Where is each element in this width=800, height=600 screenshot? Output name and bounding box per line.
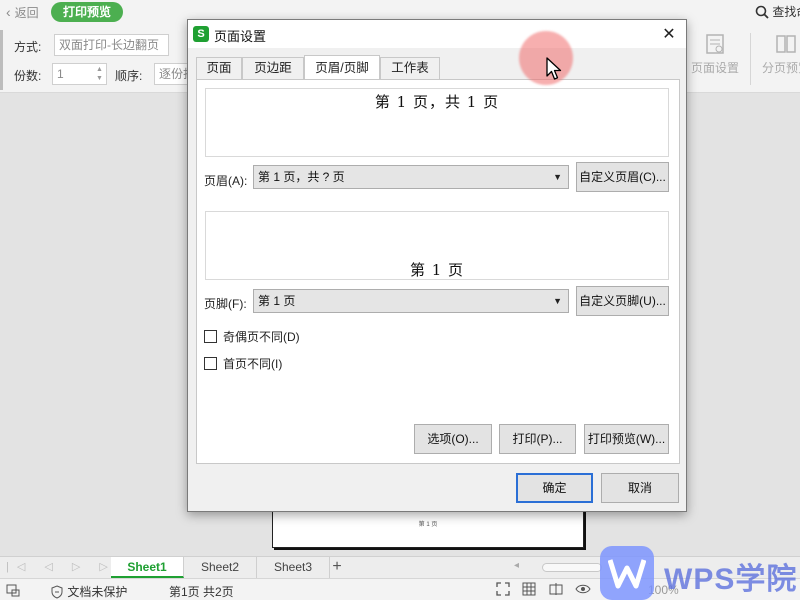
wps-academy-watermark: WPS学院 bbox=[600, 546, 800, 600]
copies-value: 1 bbox=[57, 67, 64, 81]
ok-button[interactable]: 确定 bbox=[516, 473, 593, 503]
tab-header-footer[interactable]: 页眉/页脚 bbox=[304, 55, 380, 79]
options-button[interactable]: 选项(O)... bbox=[414, 424, 492, 454]
mouse-cursor-icon bbox=[546, 57, 562, 80]
cancel-button[interactable]: 取消 bbox=[601, 473, 679, 503]
odd-even-checkbox[interactable]: 奇偶页不同(D) bbox=[204, 328, 300, 345]
page-break-label: 分页预览 bbox=[761, 61, 800, 75]
wps-spreadsheet-logo-icon: S bbox=[193, 26, 209, 42]
back-label: 返回 bbox=[14, 6, 39, 20]
normal-view-icon[interactable] bbox=[522, 582, 536, 596]
header-preview-text: 第 1 页，共 1 页 bbox=[374, 93, 500, 111]
page-setup-icon bbox=[706, 34, 724, 54]
tab-margins[interactable]: 页边距 bbox=[242, 57, 304, 79]
first-page-checkbox[interactable]: 首页不同(I) bbox=[204, 355, 282, 372]
footer-preview-text: 第 1 页 bbox=[409, 261, 465, 279]
chevron-left-icon: ‹ bbox=[6, 4, 11, 20]
print-preview-button[interactable]: 打印预览(W)... bbox=[584, 424, 669, 454]
checkbox-icon[interactable] bbox=[204, 357, 217, 370]
sheet-nav-arrows-icon[interactable]: |◁ ◁ ▷ ▷| bbox=[6, 560, 127, 573]
toolbar-left-accent bbox=[0, 30, 3, 90]
method-select[interactable]: 双面打印-长边翻页 bbox=[54, 34, 169, 56]
footer-select[interactable]: 第 1 页 ▼ bbox=[253, 289, 569, 313]
copies-label: 份数: bbox=[14, 69, 42, 83]
fullscreen-icon[interactable] bbox=[496, 582, 510, 596]
checkbox-icon[interactable] bbox=[204, 330, 217, 343]
add-sheet-button[interactable]: + bbox=[328, 557, 346, 577]
dialog-title-bar[interactable]: S 页面设置 ✕ bbox=[188, 20, 686, 48]
search-icon bbox=[755, 5, 769, 19]
preview-page-footer: 第 1 页 bbox=[418, 522, 438, 528]
tab-worksheet[interactable]: 工作表 bbox=[380, 57, 440, 79]
header-preview-box: 第 1 页，共 1 页 bbox=[205, 88, 669, 157]
status-layout-icon[interactable] bbox=[6, 583, 20, 600]
close-icon[interactable]: ✕ bbox=[660, 24, 678, 44]
footer-preview-box: 第 1 页 bbox=[205, 211, 669, 280]
copies-stepper[interactable]: 1 ▲ ▼ bbox=[52, 63, 107, 85]
custom-header-button[interactable]: 自定义页眉(C)... bbox=[576, 162, 669, 192]
page-break-icon bbox=[776, 35, 796, 53]
stepper-arrows-icon[interactable]: ▲ ▼ bbox=[96, 65, 104, 83]
scroll-left-icon[interactable]: ◂ bbox=[514, 560, 519, 571]
footer-select-value: 第 1 页 bbox=[258, 294, 296, 308]
custom-footer-button[interactable]: 自定义页脚(U)... bbox=[576, 286, 669, 316]
protection-label: 文档未保护 bbox=[67, 585, 128, 599]
page-layout-view-icon[interactable] bbox=[549, 582, 563, 596]
eye-icon[interactable] bbox=[575, 582, 591, 596]
print-preview-mode-badge: 打印预览 bbox=[51, 2, 124, 22]
toolbar-divider bbox=[750, 33, 751, 85]
first-page-label: 首页不同(I) bbox=[223, 357, 283, 371]
page-setup-dialog: S 页面设置 ✕ 页面 页边距 页眉/页脚 工作表 第 1 页，共 1 页 页眉… bbox=[187, 19, 687, 512]
sheet-tab-3[interactable]: Sheet3 bbox=[257, 557, 330, 578]
find-command-button[interactable]: 查找命 bbox=[755, 3, 800, 20]
footer-label: 页脚(F): bbox=[204, 297, 247, 311]
page-break-preview-button[interactable]: 分页预览 bbox=[756, 33, 800, 76]
odd-even-label: 奇偶页不同(D) bbox=[223, 330, 300, 344]
watermark-text: WPS学院 bbox=[664, 563, 798, 596]
wps-logo-icon bbox=[600, 546, 654, 600]
print-button[interactable]: 打印(P)... bbox=[499, 424, 576, 454]
tab-page[interactable]: 页面 bbox=[196, 57, 242, 79]
method-label: 方式: bbox=[14, 40, 42, 54]
dropdown-arrow-icon: ▼ bbox=[553, 172, 562, 182]
horizontal-scrollbar[interactable]: ◂ bbox=[514, 560, 604, 575]
back-button[interactable]: ‹ 返回 bbox=[6, 4, 39, 21]
dialog-title: 页面设置 bbox=[214, 29, 267, 44]
order-label: 顺序: bbox=[115, 69, 143, 83]
header-label: 页眉(A): bbox=[204, 174, 248, 188]
sheet-tab-1[interactable]: Sheet1 bbox=[111, 557, 184, 578]
header-footer-panel: 第 1 页，共 1 页 页眉(A): 第 1 页，共 ? 页 ▼ 自定义页眉(C… bbox=[196, 79, 680, 464]
sheet-tab-2[interactable]: Sheet2 bbox=[184, 557, 257, 578]
document-protection-status[interactable]: 文档未保护 bbox=[50, 583, 127, 600]
header-select[interactable]: 第 1 页，共 ? 页 ▼ bbox=[253, 165, 569, 189]
find-command-label: 查找命 bbox=[772, 5, 800, 19]
dropdown-arrow-icon: ▼ bbox=[553, 296, 562, 306]
page-setup-label: 页面设置 bbox=[690, 61, 739, 75]
scroll-thumb[interactable] bbox=[542, 563, 602, 572]
shield-icon bbox=[51, 585, 63, 599]
page-setup-button[interactable]: 页面设置 bbox=[685, 33, 745, 76]
header-select-value: 第 1 页，共 ? 页 bbox=[258, 170, 345, 184]
page-info: 第1页 共2页 bbox=[169, 585, 234, 599]
view-mode-icons bbox=[496, 582, 606, 598]
